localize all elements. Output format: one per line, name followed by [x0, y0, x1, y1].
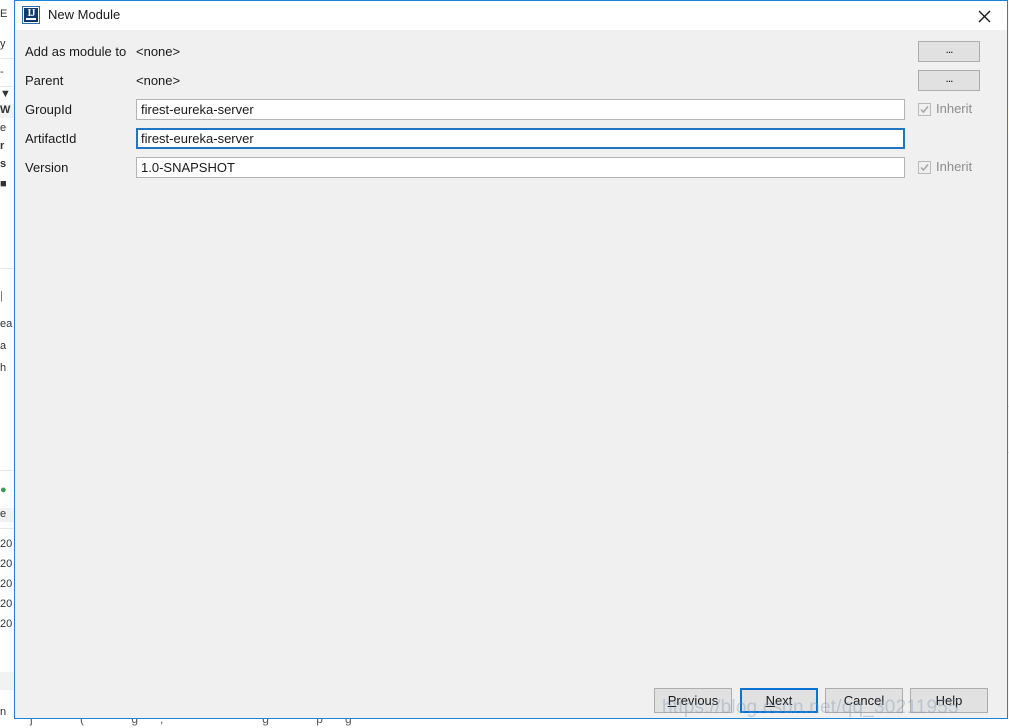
next-button[interactable]: Next — [740, 688, 818, 713]
version-inherit-checkbox[interactable]: Inherit — [918, 159, 972, 175]
label-version: Version — [25, 160, 69, 175]
artifactid-input[interactable] — [136, 128, 905, 149]
label-add-as-module-to: Add as module to — [25, 44, 127, 59]
browse-add-as-module-to-button[interactable]: ... — [918, 41, 980, 62]
cancel-button[interactable]: Cancel — [825, 688, 903, 713]
screen: E y - ▼ W e r s ■ | ea a h ● e 20 20 20 … — [0, 0, 1009, 728]
dialog-body: Add as module to <none> ... Parent <none… — [15, 30, 1007, 718]
value-parent: <none> — [136, 73, 181, 88]
intellij-idea-icon: IJ — [23, 7, 39, 23]
value-add-as-module-to: <none> — [136, 44, 181, 59]
label-groupid: GroupId — [25, 102, 72, 117]
help-button[interactable]: Help — [910, 688, 988, 713]
previous-button[interactable]: Previous — [654, 688, 732, 713]
background-code-text: j ( g, " g pg — [30, 718, 374, 726]
version-input[interactable] — [136, 157, 905, 178]
next-button-label: ext — [775, 693, 793, 708]
next-button-mnemonic: N — [765, 693, 776, 708]
browse-parent-button[interactable]: ... — [918, 70, 980, 91]
label-artifactid: ArtifactId — [25, 131, 77, 146]
version-inherit-label: Inherit — [936, 159, 973, 174]
checkbox-checked-icon — [918, 160, 931, 174]
groupid-inherit-label: Inherit — [936, 101, 973, 116]
background-editor-left-strip: E y - ▼ W e r s ■ | ea a h ● e 20 20 20 … — [0, 0, 14, 728]
previous-button-label: revious — [676, 693, 719, 708]
label-parent: Parent — [25, 73, 64, 88]
background-editor-bottom-strip: j ( g, " g pg — [0, 718, 1009, 728]
new-module-dialog: IJ New Module Add as module to <none> ..… — [14, 0, 1008, 719]
checkbox-checked-icon — [918, 102, 931, 116]
groupid-input[interactable] — [136, 99, 905, 120]
dialog-title: New Module — [48, 7, 121, 22]
close-icon[interactable] — [962, 1, 1007, 30]
groupid-inherit-checkbox[interactable]: Inherit — [918, 101, 972, 117]
dialog-titlebar: IJ New Module — [15, 1, 1007, 30]
